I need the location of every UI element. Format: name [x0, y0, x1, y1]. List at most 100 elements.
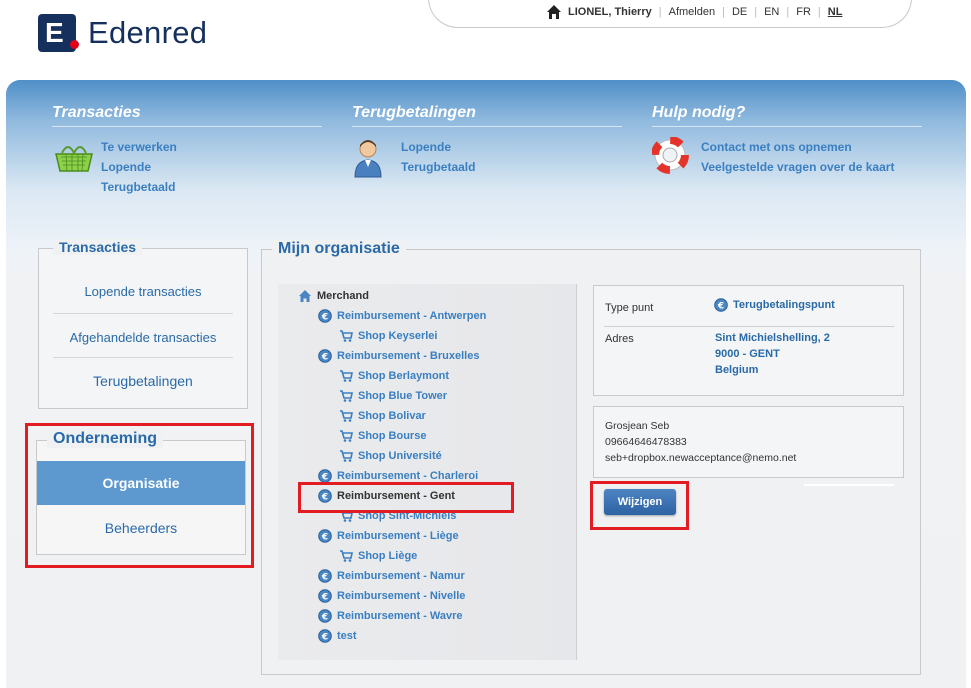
point-details: Type punt € Terugbetalingspunt Adres Sin…: [593, 285, 904, 396]
tree-node-label: Reimbursement - Charleroi: [337, 470, 479, 482]
sidebar-transacties-title: Transacties: [53, 239, 143, 255]
euro-icon: €: [714, 298, 728, 312]
mijn-organisatie-panel: Mijn organisatie Merchand € Reimbursement …: [261, 240, 921, 675]
logout-link[interactable]: Afmelden: [669, 6, 715, 18]
tree-node[interactable]: € Reimbursement - Antwerpen: [318, 309, 486, 323]
tree-node-label: Merchand: [317, 290, 369, 302]
nav-link-contact[interactable]: Contact met ons opnemen: [701, 137, 894, 157]
euro-icon: €: [318, 569, 332, 583]
basket-icon: [55, 146, 93, 172]
nav-transacties: Transacties Te verwerken Lopende Terugbe…: [52, 104, 322, 197]
tree-node[interactable]: € Reimbursement - Liège: [318, 529, 459, 543]
sidebar-item-terugbetalingen[interactable]: Terugbetalingen: [53, 373, 233, 389]
tree-node-label: Reimbursement - Bruxelles: [337, 350, 480, 362]
tree-node-label: Reimbursement - Liège: [337, 530, 459, 542]
user-name: LIONEL, Thierry: [568, 6, 652, 18]
tree-node-label: Reimbursement - Namur: [337, 570, 465, 582]
nav-link-terugbetaald[interactable]: Terugbetaald: [101, 177, 177, 197]
tree-node[interactable]: € Reimbursement - Wavre: [318, 609, 463, 623]
lang-en[interactable]: EN: [764, 6, 779, 18]
tree-node[interactable]: Shop Bourse: [339, 429, 426, 443]
tree-node-label: Shop Bourse: [358, 430, 427, 442]
svg-text:€: €: [717, 302, 724, 312]
svg-text:€: €: [321, 613, 328, 623]
tree-node-label: Shop Bolivar: [358, 410, 426, 422]
tree-node[interactable]: Shop Université: [339, 449, 442, 463]
lang-nl[interactable]: NL: [828, 6, 843, 18]
home-icon[interactable]: [546, 4, 562, 20]
organisation-tree: Merchand € Reimbursement - Antwerpen Shop K…: [278, 284, 577, 660]
tree-node[interactable]: Shop Liège: [339, 549, 417, 563]
tree-node[interactable]: € Reimbursement - Nivelle: [318, 589, 465, 603]
tree-node-label: Shop Université: [358, 450, 442, 462]
contact-email: seb+dropbox.newacceptance@nemo.net: [605, 452, 797, 464]
tree-node[interactable]: Shop Bolivar: [339, 409, 426, 423]
sidebar-transacties: Transacties Lopende transacties Afgehand…: [38, 239, 248, 409]
edenred-logo[interactable]: E Edenred: [38, 14, 207, 52]
nav-title-hulp: Hulp nodig?: [652, 104, 922, 127]
cart-icon: [340, 390, 353, 402]
address-line-1: Sint Michielshelling, 2: [715, 332, 830, 344]
contact-details: Grosjean Seb 09664646478383 seb+dropbox.…: [593, 406, 904, 478]
tree-node-label: test: [337, 630, 357, 642]
highlight-onderneming: [25, 423, 254, 568]
brand-name: Edenred: [88, 15, 208, 50]
cart-icon: [340, 550, 353, 562]
user-bar-content: LIONEL, Thierry | Afmelden | DE | EN | F…: [546, 4, 842, 20]
svg-text:€: €: [321, 633, 328, 643]
tree-node-label: Shop Blue Tower: [358, 390, 448, 402]
euro-icon: €: [318, 629, 332, 643]
tree-node[interactable]: € Reimbursement - Bruxelles: [318, 349, 479, 363]
svg-text:€: €: [321, 313, 328, 323]
tree-node[interactable]: Shop Blue Tower: [339, 389, 447, 403]
nav-link-te-verwerken[interactable]: Te verwerken: [101, 137, 177, 157]
tree-node[interactable]: Shop Berlaymont: [339, 369, 449, 383]
euro-icon: €: [318, 609, 332, 623]
contact-name: Grosjean Seb: [605, 420, 670, 432]
contact-phone: 09664646478383: [605, 436, 687, 448]
nav-title-terugbetalingen: Terugbetalingen: [352, 104, 622, 127]
cart-icon: [340, 410, 353, 422]
nav-link-lopende[interactable]: Lopende: [101, 157, 177, 177]
tree-root[interactable]: Merchand: [298, 289, 369, 303]
euro-icon: €: [318, 589, 332, 603]
address-line-2: 9000 - GENT: [715, 348, 780, 360]
sidebar-item-lopende-transacties[interactable]: Lopende transacties: [53, 284, 233, 299]
highlight-wijzigen: [590, 481, 689, 530]
svg-text:€: €: [321, 353, 328, 363]
tree-node-label: Shop Keyserlei: [358, 330, 438, 342]
nav-link-lopende-terug[interactable]: Lopende: [401, 137, 475, 157]
type-value: Terugbetalingspunt: [733, 299, 835, 311]
nav-title-transacties: Transacties: [52, 104, 322, 127]
tree-node-label: Reimbursement - Nivelle: [337, 590, 466, 602]
sidebar-item-afgehandelde-transacties[interactable]: Afgehandelde transacties: [53, 330, 233, 345]
tree-node[interactable]: € Reimbursement - Namur: [318, 569, 465, 583]
cart-icon: [340, 430, 353, 442]
svg-text:€: €: [321, 473, 328, 483]
lifebuoy-icon: [652, 137, 689, 174]
highlight-selected-node: [298, 482, 514, 513]
tree-node-label: Shop Liège: [358, 550, 418, 562]
tree-node[interactable]: Shop Keyserlei: [339, 329, 437, 343]
type-value-wrap: € Terugbetalingspunt: [714, 297, 835, 313]
euro-icon: €: [318, 529, 332, 543]
euro-icon: €: [318, 349, 332, 363]
tree-node[interactable]: € test: [318, 629, 357, 643]
nav-terugbetalingen: Terugbetalingen Lopende Terugbetaald: [352, 104, 622, 181]
tree-node[interactable]: € Reimbursement - Charleroi: [318, 469, 478, 483]
tree-node-label: Reimbursement - Antwerpen: [337, 310, 487, 322]
tree-node-label: Shop Berlaymont: [358, 370, 450, 382]
nav-link-terugbetaald-terug[interactable]: Terugbetaald: [401, 157, 475, 177]
home-icon: [299, 290, 311, 302]
cart-icon: [340, 330, 353, 342]
address-line-3: Belgium: [715, 364, 759, 376]
person-icon: [354, 140, 382, 178]
page-title: Mijn organisatie: [272, 240, 406, 258]
nav-link-faq[interactable]: Veelgestelde vragen over de kaart: [701, 157, 894, 177]
svg-text:€: €: [321, 573, 328, 583]
lang-de[interactable]: DE: [732, 6, 747, 18]
euro-icon: €: [318, 469, 332, 483]
svg-text:€: €: [321, 593, 328, 603]
logo-mark-icon: E: [38, 14, 79, 52]
lang-fr[interactable]: FR: [796, 6, 811, 18]
